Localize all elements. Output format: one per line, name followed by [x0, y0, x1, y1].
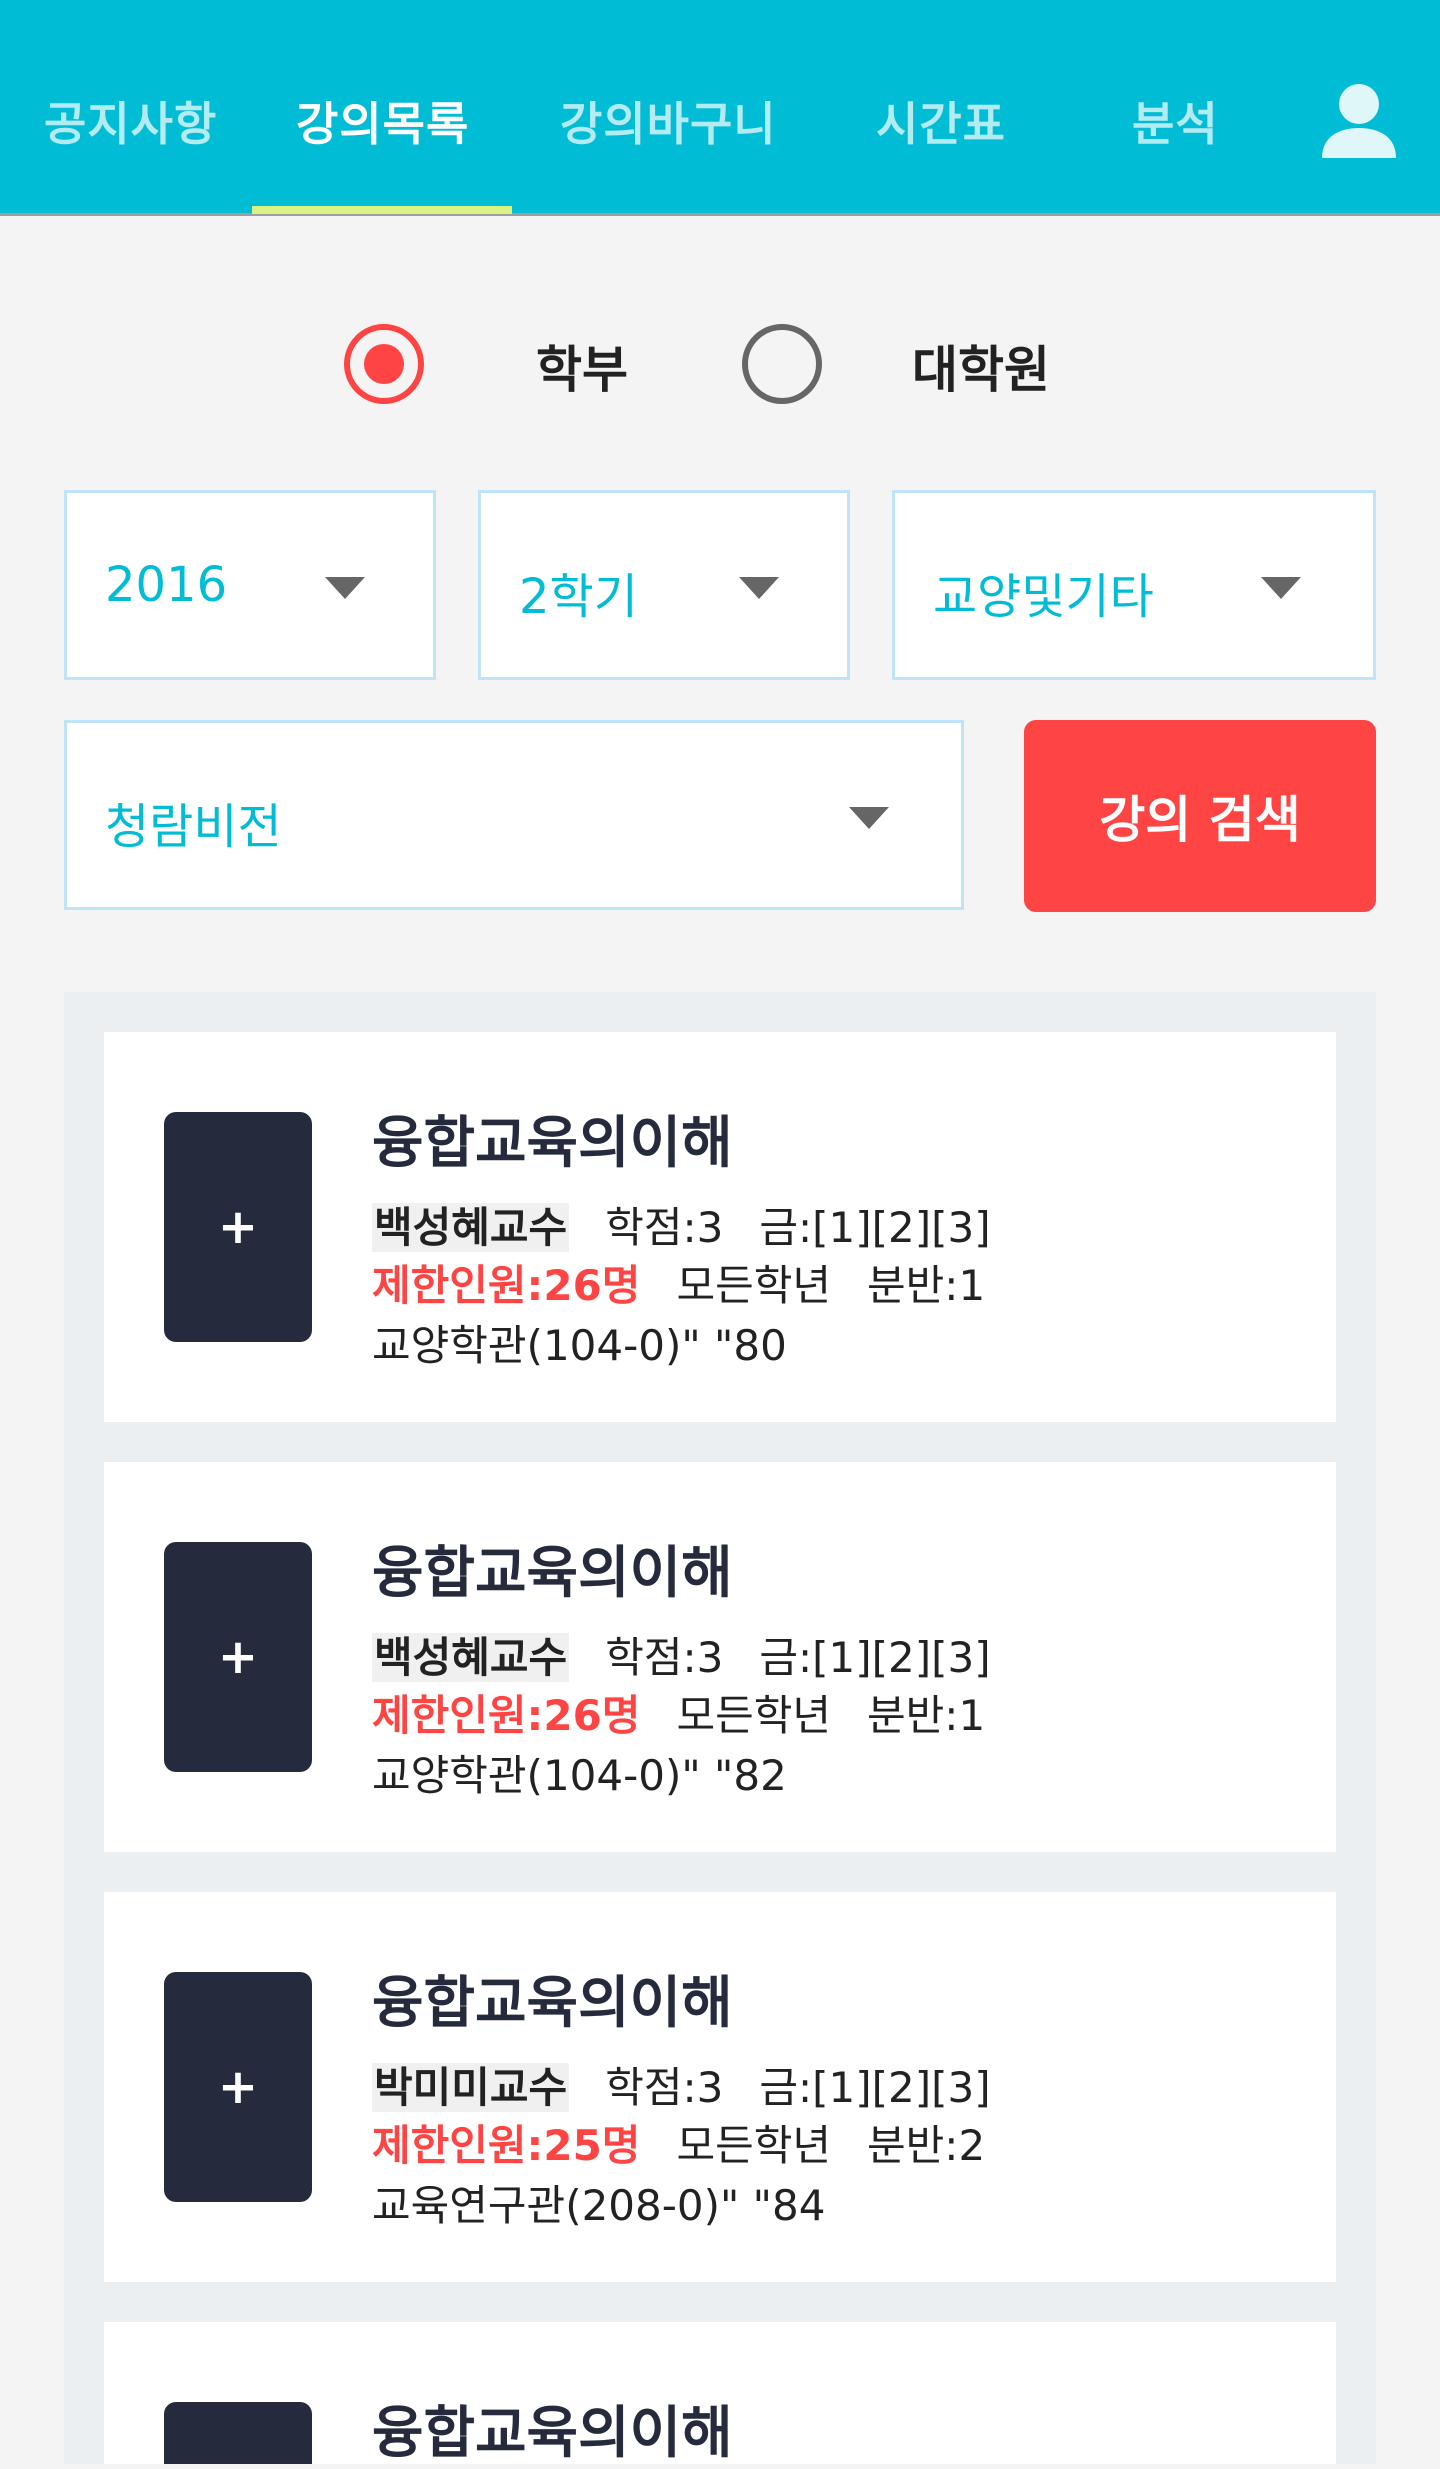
- radio-graduate[interactable]: [742, 324, 822, 404]
- course-schedule: 금:[1][2][3]: [759, 2063, 991, 2112]
- top-nav: 공지사항 강의목록 강의바구니 시간표 분석: [0, 0, 1440, 216]
- tab-course-list[interactable]: 강의목록: [296, 88, 469, 154]
- radio-dot: [364, 344, 404, 384]
- course-section: 분반:2: [867, 2121, 986, 2170]
- course-location: 교육연구관(208-0)" "84: [372, 2181, 826, 2230]
- course-location: 교양학관(104-0)" "80: [372, 1321, 787, 1370]
- semester-select-value: 2학기: [519, 569, 638, 625]
- radio-undergraduate-label: 학부: [536, 341, 628, 399]
- course-card: + 융합교육의이해 박미미교수 학점:3 금:[1][2][3] 제한인원:25명 모…: [104, 1892, 1336, 2282]
- course-professor: 백성혜교수: [372, 1203, 570, 1252]
- course-card: 융합교육의이해: [104, 2322, 1336, 2466]
- add-course-button[interactable]: [164, 2402, 312, 2464]
- course-title: 융합교육의이해: [372, 1111, 733, 1176]
- course-credits: 학점:3: [605, 1203, 724, 1252]
- chevron-down-icon: [739, 577, 779, 599]
- chevron-down-icon: [1261, 577, 1301, 599]
- course-professor: 박미미교수: [372, 2063, 570, 2112]
- tab-timetable[interactable]: 시간표: [876, 88, 1006, 154]
- course-info-line: 박미미교수 학점:3 금:[1][2][3]: [372, 2054, 991, 2115]
- chevron-down-icon: [325, 577, 365, 599]
- course-location: 교양학관(104-0)" "82: [372, 1751, 787, 1800]
- course-limit: 제한인원:26명: [372, 1261, 641, 1310]
- chevron-down-icon: [849, 807, 889, 829]
- add-course-button[interactable]: +: [164, 1542, 312, 1772]
- course-grade: 모든학년: [676, 1691, 832, 1740]
- course-grade: 모든학년: [676, 2121, 832, 2170]
- tab-course-basket[interactable]: 강의바구니: [560, 88, 777, 154]
- course-limit: 제한인원:26명: [372, 1691, 641, 1740]
- year-select-value: 2016: [105, 557, 228, 613]
- course-schedule: 금:[1][2][3]: [759, 1633, 991, 1682]
- search-button[interactable]: 강의 검색: [1024, 720, 1376, 912]
- add-course-button[interactable]: +: [164, 1112, 312, 1342]
- year-select[interactable]: 2016: [64, 490, 436, 680]
- tab-analysis[interactable]: 분석: [1132, 88, 1219, 154]
- category-select[interactable]: 교양및기타: [892, 490, 1376, 680]
- course-info-line: 제한인원:26명 모든학년 분반:1: [372, 1682, 985, 1743]
- area-select[interactable]: 청람비전: [64, 720, 964, 910]
- active-tab-indicator: [252, 206, 512, 214]
- course-schedule: 금:[1][2][3]: [759, 1203, 991, 1252]
- course-grade: 모든학년: [676, 1261, 832, 1310]
- user-icon[interactable]: [1318, 82, 1400, 162]
- course-title: 융합교육의이해: [372, 1971, 733, 2036]
- course-info-line: 제한인원:25명 모든학년 분반:2: [372, 2112, 985, 2173]
- course-title: 융합교육의이해: [372, 1541, 733, 1606]
- course-limit: 제한인원:25명: [372, 2121, 641, 2170]
- course-card: + 융합교육의이해 백성혜교수 학점:3 금:[1][2][3] 제한인원:26명 모…: [104, 1462, 1336, 1852]
- course-card: + 융합교육의이해 백성혜교수 학점:3 금:[1][2][3] 제한인원:26명 모…: [104, 1032, 1336, 1422]
- add-course-button[interactable]: +: [164, 1972, 312, 2202]
- semester-select[interactable]: 2학기: [478, 490, 850, 680]
- course-info-line: 제한인원:26명 모든학년 분반:1: [372, 1252, 985, 1313]
- course-section: 분반:1: [867, 1261, 986, 1310]
- course-section: 분반:1: [867, 1691, 986, 1740]
- category-select-value: 교양및기타: [933, 569, 1154, 625]
- area-select-value: 청람비전: [105, 799, 282, 855]
- course-info-line: 백성혜교수 학점:3 금:[1][2][3]: [372, 1624, 991, 1685]
- course-credits: 학점:3: [605, 1633, 724, 1682]
- tab-notices[interactable]: 공지사항: [44, 88, 217, 154]
- course-credits: 학점:3: [605, 2063, 724, 2112]
- course-info-line: 백성혜교수 학점:3 금:[1][2][3]: [372, 1194, 991, 1255]
- course-title: 융합교육의이해: [372, 2401, 733, 2466]
- radio-graduate-label: 대학원: [912, 341, 1050, 399]
- radio-undergraduate[interactable]: [344, 324, 424, 404]
- course-professor: 백성혜교수: [372, 1633, 570, 1682]
